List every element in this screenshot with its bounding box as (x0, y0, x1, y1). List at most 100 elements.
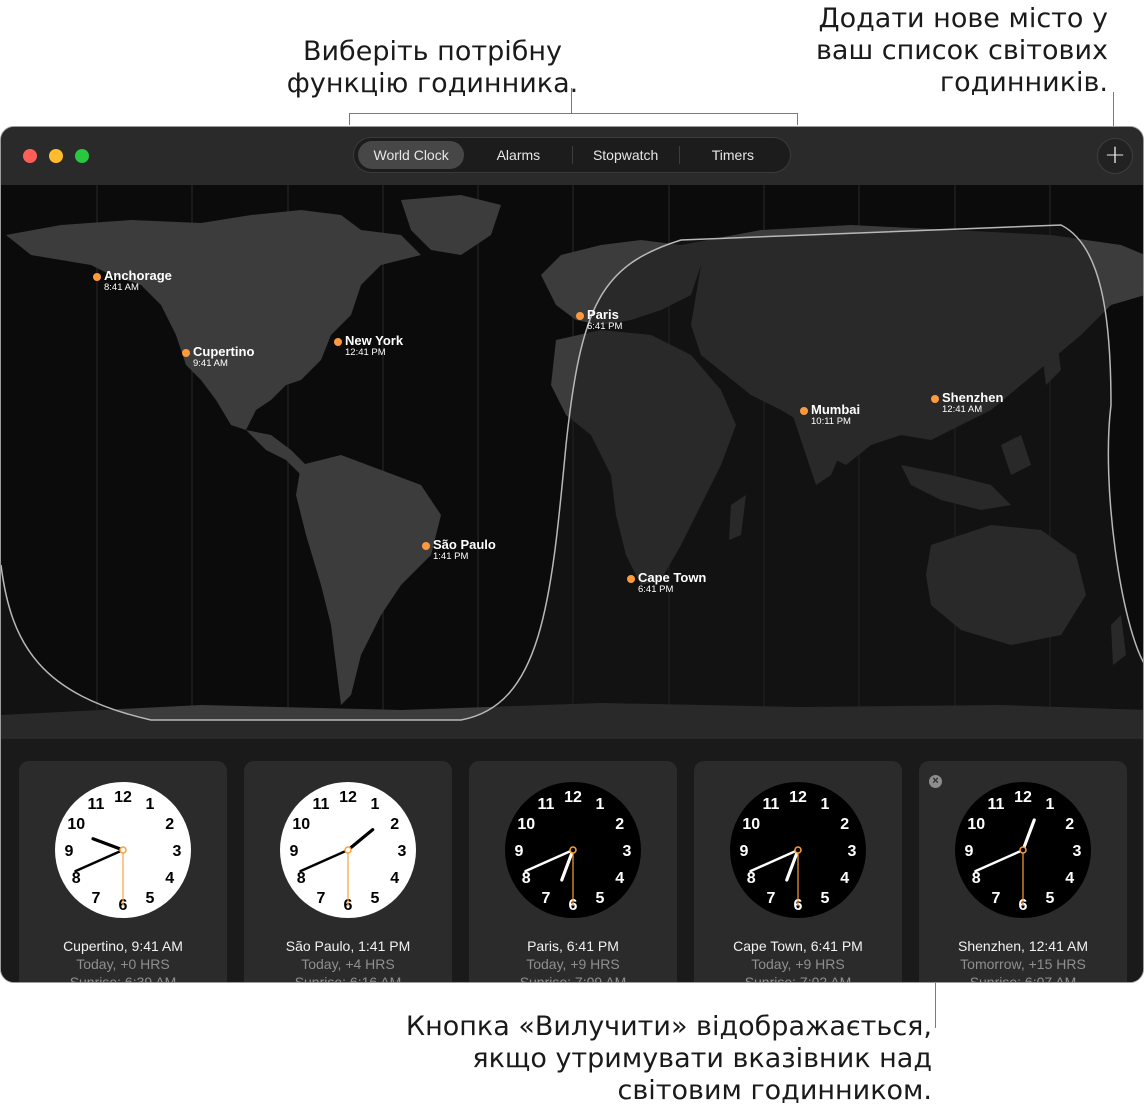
tab-alarms[interactable]: Alarms (465, 141, 571, 169)
clock-card[interactable]: 121234567891011 São Paulo, 1:41 PM Today… (244, 761, 452, 983)
city-dot (334, 338, 342, 346)
city-time: 1:41 PM (433, 551, 469, 562)
clock-sunrise: Sunrise: 7:02 AM (744, 974, 852, 983)
add-city-button[interactable]: + (1097, 138, 1133, 174)
clock-numeral: 12 (564, 789, 582, 806)
minimize-button[interactable] (49, 149, 63, 163)
clock-card[interactable]: 121234567891011 × Shenzhen, 12:41 AM Tom… (919, 761, 1127, 982)
world-map: Anchorage 8:41 AM Cupertino 9:41 AM New … (1, 185, 1143, 739)
clock-numeral: 8 (522, 870, 531, 887)
callout-add-city: Додати нове місто у ваш список світових … (768, 3, 1108, 99)
city-time: 6:41 PM (638, 584, 674, 595)
clock-numeral: 5 (1046, 890, 1055, 907)
clock-card[interactable]: 121234567891011 Cape Town, 6:41 PM Today… (694, 761, 902, 983)
clock-numeral: 8 (72, 870, 81, 887)
clock-numeral: 3 (848, 843, 857, 860)
callout-line: функцію годинника. (286, 68, 579, 99)
city-name: New York (345, 333, 404, 348)
clock-title: Paris, 6:41 PM (527, 938, 619, 954)
city-dot (627, 575, 635, 583)
city-time: 12:41 AM (942, 404, 983, 415)
clock-numeral: 12 (339, 789, 357, 806)
clock-numeral: 3 (398, 843, 407, 860)
clock-numeral: 1 (146, 796, 155, 813)
clock-numeral: 8 (972, 870, 981, 887)
analog-clock: 121234567891011 (280, 782, 416, 918)
world-map-graphic (1, 185, 1143, 739)
clock-numeral: 1 (821, 796, 830, 813)
function-tabs: World Clock Alarms Stopwatch Timers (353, 137, 791, 173)
clock-sunrise: Sunrise: 6:39 AM (69, 974, 177, 983)
clock-card[interactable]: 121234567891011 Paris, 6:41 PM Today, +9… (469, 761, 677, 982)
callout-remove-button: Кнопка «Вилучити» відображається, якщо у… (372, 1011, 932, 1107)
clock-numeral: 9 (290, 843, 299, 860)
clock-offset: Today, +0 HRS (76, 956, 170, 972)
city-name: Mumbai (811, 402, 861, 417)
tab-timers[interactable]: Timers (680, 141, 786, 169)
clock-offset: Today, +9 HRS (751, 956, 845, 972)
clock-numeral: 2 (840, 816, 849, 833)
clock-numeral: 3 (173, 843, 182, 860)
clock-numeral: 4 (840, 870, 849, 887)
close-button[interactable] (23, 149, 37, 163)
clock-numeral: 7 (92, 890, 101, 907)
city-name: Shenzhen (942, 390, 1004, 405)
callout-line: світовим годинником. (617, 1075, 932, 1106)
tab-stopwatch[interactable]: Stopwatch (573, 141, 679, 169)
city-time: 12:41 PM (345, 347, 386, 358)
clock-center (119, 846, 127, 854)
city-dot (93, 273, 101, 281)
clock-numeral: 9 (515, 843, 524, 860)
clock-numeral: 10 (742, 816, 760, 833)
city-dot (931, 395, 939, 403)
city-dot (182, 349, 190, 357)
clock-numeral: 5 (146, 890, 155, 907)
analog-clock: 121234567891011 (955, 782, 1091, 918)
zoom-button[interactable] (75, 149, 89, 163)
clock-numeral: 12 (789, 789, 807, 806)
clock-numeral: 11 (988, 796, 1005, 813)
clock-numeral: 5 (821, 890, 830, 907)
clock-numeral: 4 (1065, 870, 1074, 887)
city-dot (422, 542, 430, 550)
clock-numeral: 4 (615, 870, 624, 887)
clock-numeral: 11 (313, 796, 330, 813)
city-dot (576, 312, 584, 320)
callout-line: годинників. (939, 67, 1108, 98)
clock-numeral: 10 (967, 816, 985, 833)
clock-numeral: 10 (292, 816, 310, 833)
clock-numeral: 4 (165, 870, 174, 887)
clock-sunrise: Sunrise: 6:16 AM (294, 974, 402, 983)
tab-world-clock[interactable]: World Clock (358, 141, 465, 169)
clock-center (569, 846, 577, 854)
clock-numeral: 1 (371, 796, 380, 813)
analog-clock: 121234567891011 (55, 782, 191, 918)
clock-numeral: 7 (767, 890, 776, 907)
clock-title: Shenzhen, 12:41 AM (958, 938, 1088, 954)
city-dot (800, 407, 808, 415)
clock-center (344, 846, 352, 854)
clock-numeral: 2 (390, 816, 399, 833)
clock-card[interactable]: 121234567891011 Cupertino, 9:41 AM Today… (19, 761, 227, 983)
clock-numeral: 10 (67, 816, 85, 833)
leader-line (571, 88, 572, 114)
clock-numeral: 5 (371, 890, 380, 907)
city-name: Cape Town (638, 570, 707, 585)
clock-numeral: 3 (1073, 843, 1082, 860)
clock-offset: Today, +4 HRS (301, 956, 395, 972)
clock-numeral: 2 (1065, 816, 1074, 833)
callout-line: ваш список світових (816, 35, 1108, 66)
callout-choose-function: Виберіть потрібну функцію годинника. (240, 36, 625, 100)
remove-clock-button[interactable]: × (929, 775, 942, 788)
callout-line: Виберіть потрібну (302, 36, 563, 67)
clock-numeral: 7 (992, 890, 1001, 907)
leader-bracket-right (797, 113, 798, 125)
clock-numeral: 9 (65, 843, 74, 860)
city-name: Anchorage (104, 268, 172, 283)
clock-numeral: 3 (623, 843, 632, 860)
clock-title: Cape Town, 6:41 PM (733, 938, 863, 954)
city-time: 6:41 PM (587, 321, 623, 332)
city-name: São Paulo (433, 537, 496, 552)
title-bar: World Clock Alarms Stopwatch Timers + (1, 127, 1143, 186)
clock-numeral: 1 (1046, 796, 1055, 813)
